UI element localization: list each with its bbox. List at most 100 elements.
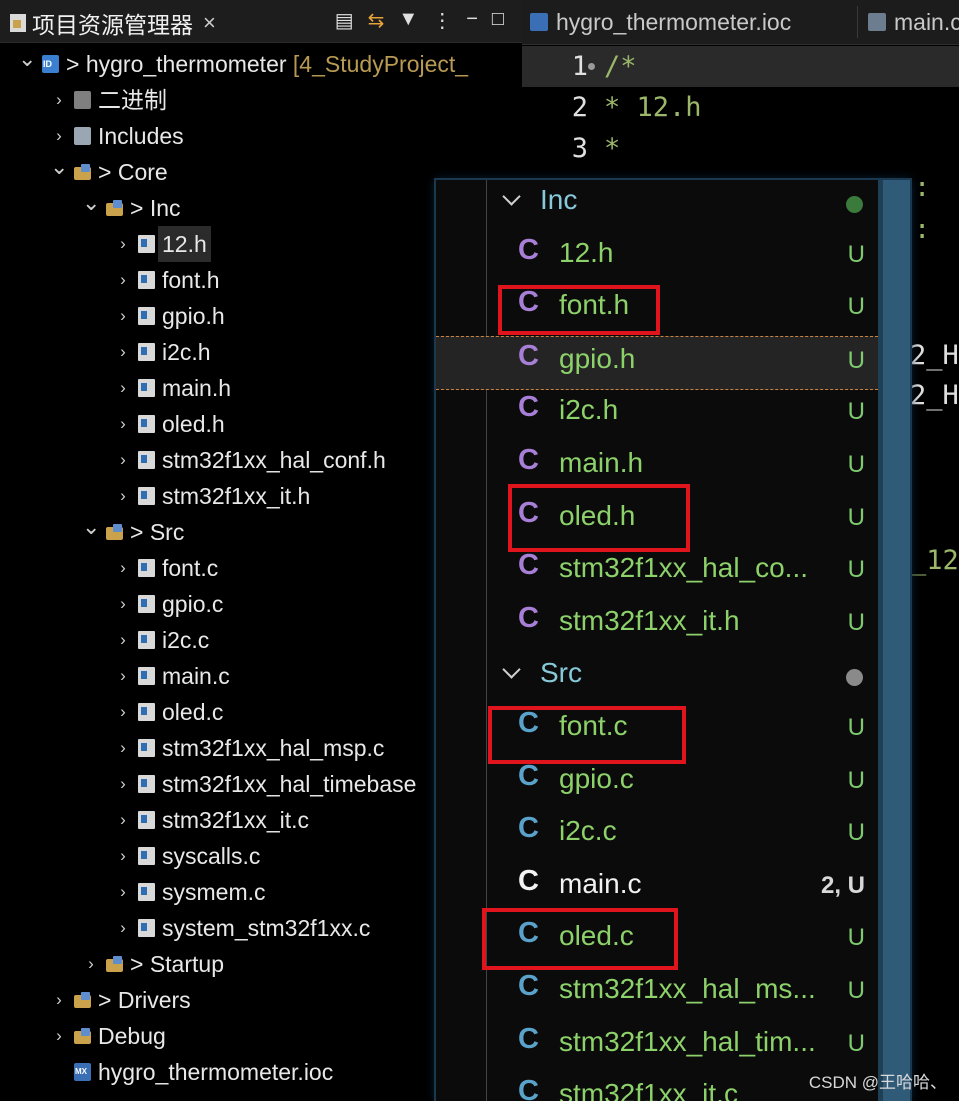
overlay-folder-row[interactable]: Inc: [436, 180, 883, 230]
chevron-right-icon[interactable]: ›: [114, 478, 132, 514]
c-file-icon: [138, 775, 155, 793]
overlay-file-row[interactable]: Cstm32f1xx_hal_co... U: [436, 546, 883, 598]
code-fragment: :: [914, 172, 931, 203]
link-editor-icon[interactable]: ⇆: [368, 8, 385, 33]
chevron-right-icon[interactable]: ›: [114, 694, 132, 730]
mx-icon: [530, 13, 548, 31]
chevron-down-icon[interactable]: ⌄: [50, 149, 68, 185]
tree-item-prefix: >: [66, 51, 86, 77]
tree-item-name: gpio.c: [162, 591, 224, 617]
code-line[interactable]: 3 *: [522, 128, 959, 169]
c-file-icon: [138, 559, 155, 577]
tree-item-name: stm32f1xx_hal_conf.h: [162, 447, 386, 473]
overlay-file-row[interactable]: Cstm32f1xx_hal_tim... U: [436, 1020, 883, 1072]
overlay-scrollbar[interactable]: [883, 180, 910, 1101]
explorer-title-tab[interactable]: 项目资源管理器 ×: [10, 6, 216, 40]
overlay-file-row[interactable]: C 12.h U: [436, 231, 883, 283]
collapse-all-icon[interactable]: ▤: [335, 8, 354, 33]
header-file-icon: C: [518, 601, 539, 634]
tree-item-name: i2c.h: [162, 339, 211, 365]
chevron-right-icon[interactable]: ›: [114, 334, 132, 370]
tree-item-name: 二进制: [98, 87, 167, 113]
line-number: 3: [571, 133, 588, 164]
tree-item[interactable]: ⌄> hygro_thermometer [4_StudyProject_: [0, 46, 522, 82]
tree-item-name: system_stm32f1xx.c: [162, 915, 371, 941]
tree-item-name: syscalls.c: [162, 843, 261, 869]
git-status-badge: U: [847, 398, 865, 426]
chevron-right-icon[interactable]: ›: [114, 658, 132, 694]
chevron-right-icon[interactable]: ›: [82, 946, 100, 982]
header-file-icon: C: [518, 339, 539, 372]
header-file-icon: [138, 415, 155, 433]
chevron-right-icon[interactable]: ›: [114, 838, 132, 874]
tree-item-label: stm32f1xx_hal_msp.c: [162, 730, 384, 766]
chevron-right-icon[interactable]: ›: [114, 550, 132, 586]
overlay-file-row[interactable]: Cgpio.h U: [436, 335, 883, 390]
view-menu-icon[interactable]: ⋮: [432, 8, 452, 33]
code-line[interactable]: 2 * 12.h: [522, 87, 959, 128]
chevron-right-icon[interactable]: ›: [114, 586, 132, 622]
source-folder-icon: [106, 956, 123, 972]
filter-icon[interactable]: ▼: [398, 8, 418, 33]
overlay-file-row[interactable]: Cstm32f1xx_it.h U: [436, 599, 883, 651]
tree-item-name: 12.h: [162, 231, 207, 257]
chevron-right-icon[interactable]: ›: [114, 874, 132, 910]
tree-item-name: sysmem.c: [162, 879, 266, 905]
tree-item-label: stm32f1xx_it.c: [162, 802, 309, 838]
chevron-right-icon[interactable]: ›: [50, 982, 68, 1018]
chevron-down-icon[interactable]: ⌄: [82, 509, 100, 545]
chevron-right-icon[interactable]: ›: [114, 370, 132, 406]
overlay-folder-row[interactable]: Src: [436, 651, 883, 703]
tree-item-label: > Core: [98, 154, 168, 190]
minimize-icon[interactable]: −: [466, 8, 478, 33]
code-area[interactable]: 1 /* 2 * 12.h 3 *: [522, 46, 959, 169]
chevron-right-icon[interactable]: ›: [114, 442, 132, 478]
c-file-icon: [138, 595, 155, 613]
line-text: * 12.h: [604, 92, 702, 123]
tree-item[interactable]: › 二进制: [0, 82, 522, 118]
header-file-icon: C: [518, 444, 539, 476]
watermark: CSDN @王哈哈、: [808, 1073, 947, 1092]
chevron-right-icon[interactable]: ›: [114, 262, 132, 298]
highlight-box: [482, 908, 678, 971]
tree-item-name: Src: [149, 519, 185, 545]
tab-hygro-thermometer-ioc[interactable]: hygro_thermometer.ioc: [530, 0, 791, 44]
tree-item-label: oled.c: [162, 694, 223, 730]
maximize-icon[interactable]: □: [492, 8, 504, 33]
code-line[interactable]: 1 /*: [522, 46, 959, 87]
explorer-view-icon: [10, 14, 26, 32]
chevron-right-icon[interactable]: ›: [50, 82, 68, 118]
tree-item-name: stm32f1xx_it.h: [162, 483, 311, 509]
tab-main-c[interactable]: main.c: [868, 0, 959, 44]
overlay-file-row[interactable]: Ci2c.c U: [436, 809, 883, 861]
tree-item-label: stm32f1xx_it.h: [162, 478, 310, 514]
chevron-down-icon[interactable]: [500, 188, 524, 212]
overlay-file-row[interactable]: Cmain.c 2, U: [436, 862, 883, 914]
chevron-right-icon[interactable]: ›: [114, 766, 132, 802]
tree-item-location: [4_StudyProject_: [292, 51, 469, 77]
chevron-right-icon[interactable]: ›: [114, 406, 132, 442]
tree-item-label: main.c: [162, 658, 230, 694]
file-name: stm32f1xx_it.c: [559, 1078, 738, 1101]
chevron-right-icon[interactable]: ›: [114, 730, 132, 766]
overlay-file-row[interactable]: Cgpio.c U: [436, 757, 883, 809]
tree-item-label: > hygro_thermometer [4_StudyProject_: [66, 46, 468, 82]
chevron-right-icon[interactable]: ›: [114, 910, 132, 946]
chevron-down-icon[interactable]: [500, 661, 524, 685]
project-icon: [42, 55, 59, 73]
close-icon[interactable]: ×: [203, 10, 216, 36]
fold-marker-icon[interactable]: [588, 63, 595, 70]
c-file-icon: [138, 631, 155, 649]
chevron-right-icon[interactable]: ›: [114, 802, 132, 838]
tree-item[interactable]: › Includes: [0, 118, 522, 154]
chevron-right-icon[interactable]: ›: [114, 622, 132, 658]
chevron-down-icon[interactable]: ⌄: [18, 41, 36, 77]
c-file-icon: C: [518, 759, 539, 792]
overlay-file-row[interactable]: Ci2c.h U: [436, 388, 883, 440]
chevron-right-icon[interactable]: ›: [50, 1018, 68, 1054]
chevron-down-icon[interactable]: ⌄: [82, 185, 100, 221]
tab-divider: [857, 6, 858, 38]
overlay-file-row[interactable]: Cstm32f1xx_hal_ms... U: [436, 967, 883, 1019]
chevron-right-icon[interactable]: ›: [114, 226, 132, 262]
chevron-right-icon[interactable]: ›: [114, 298, 132, 334]
